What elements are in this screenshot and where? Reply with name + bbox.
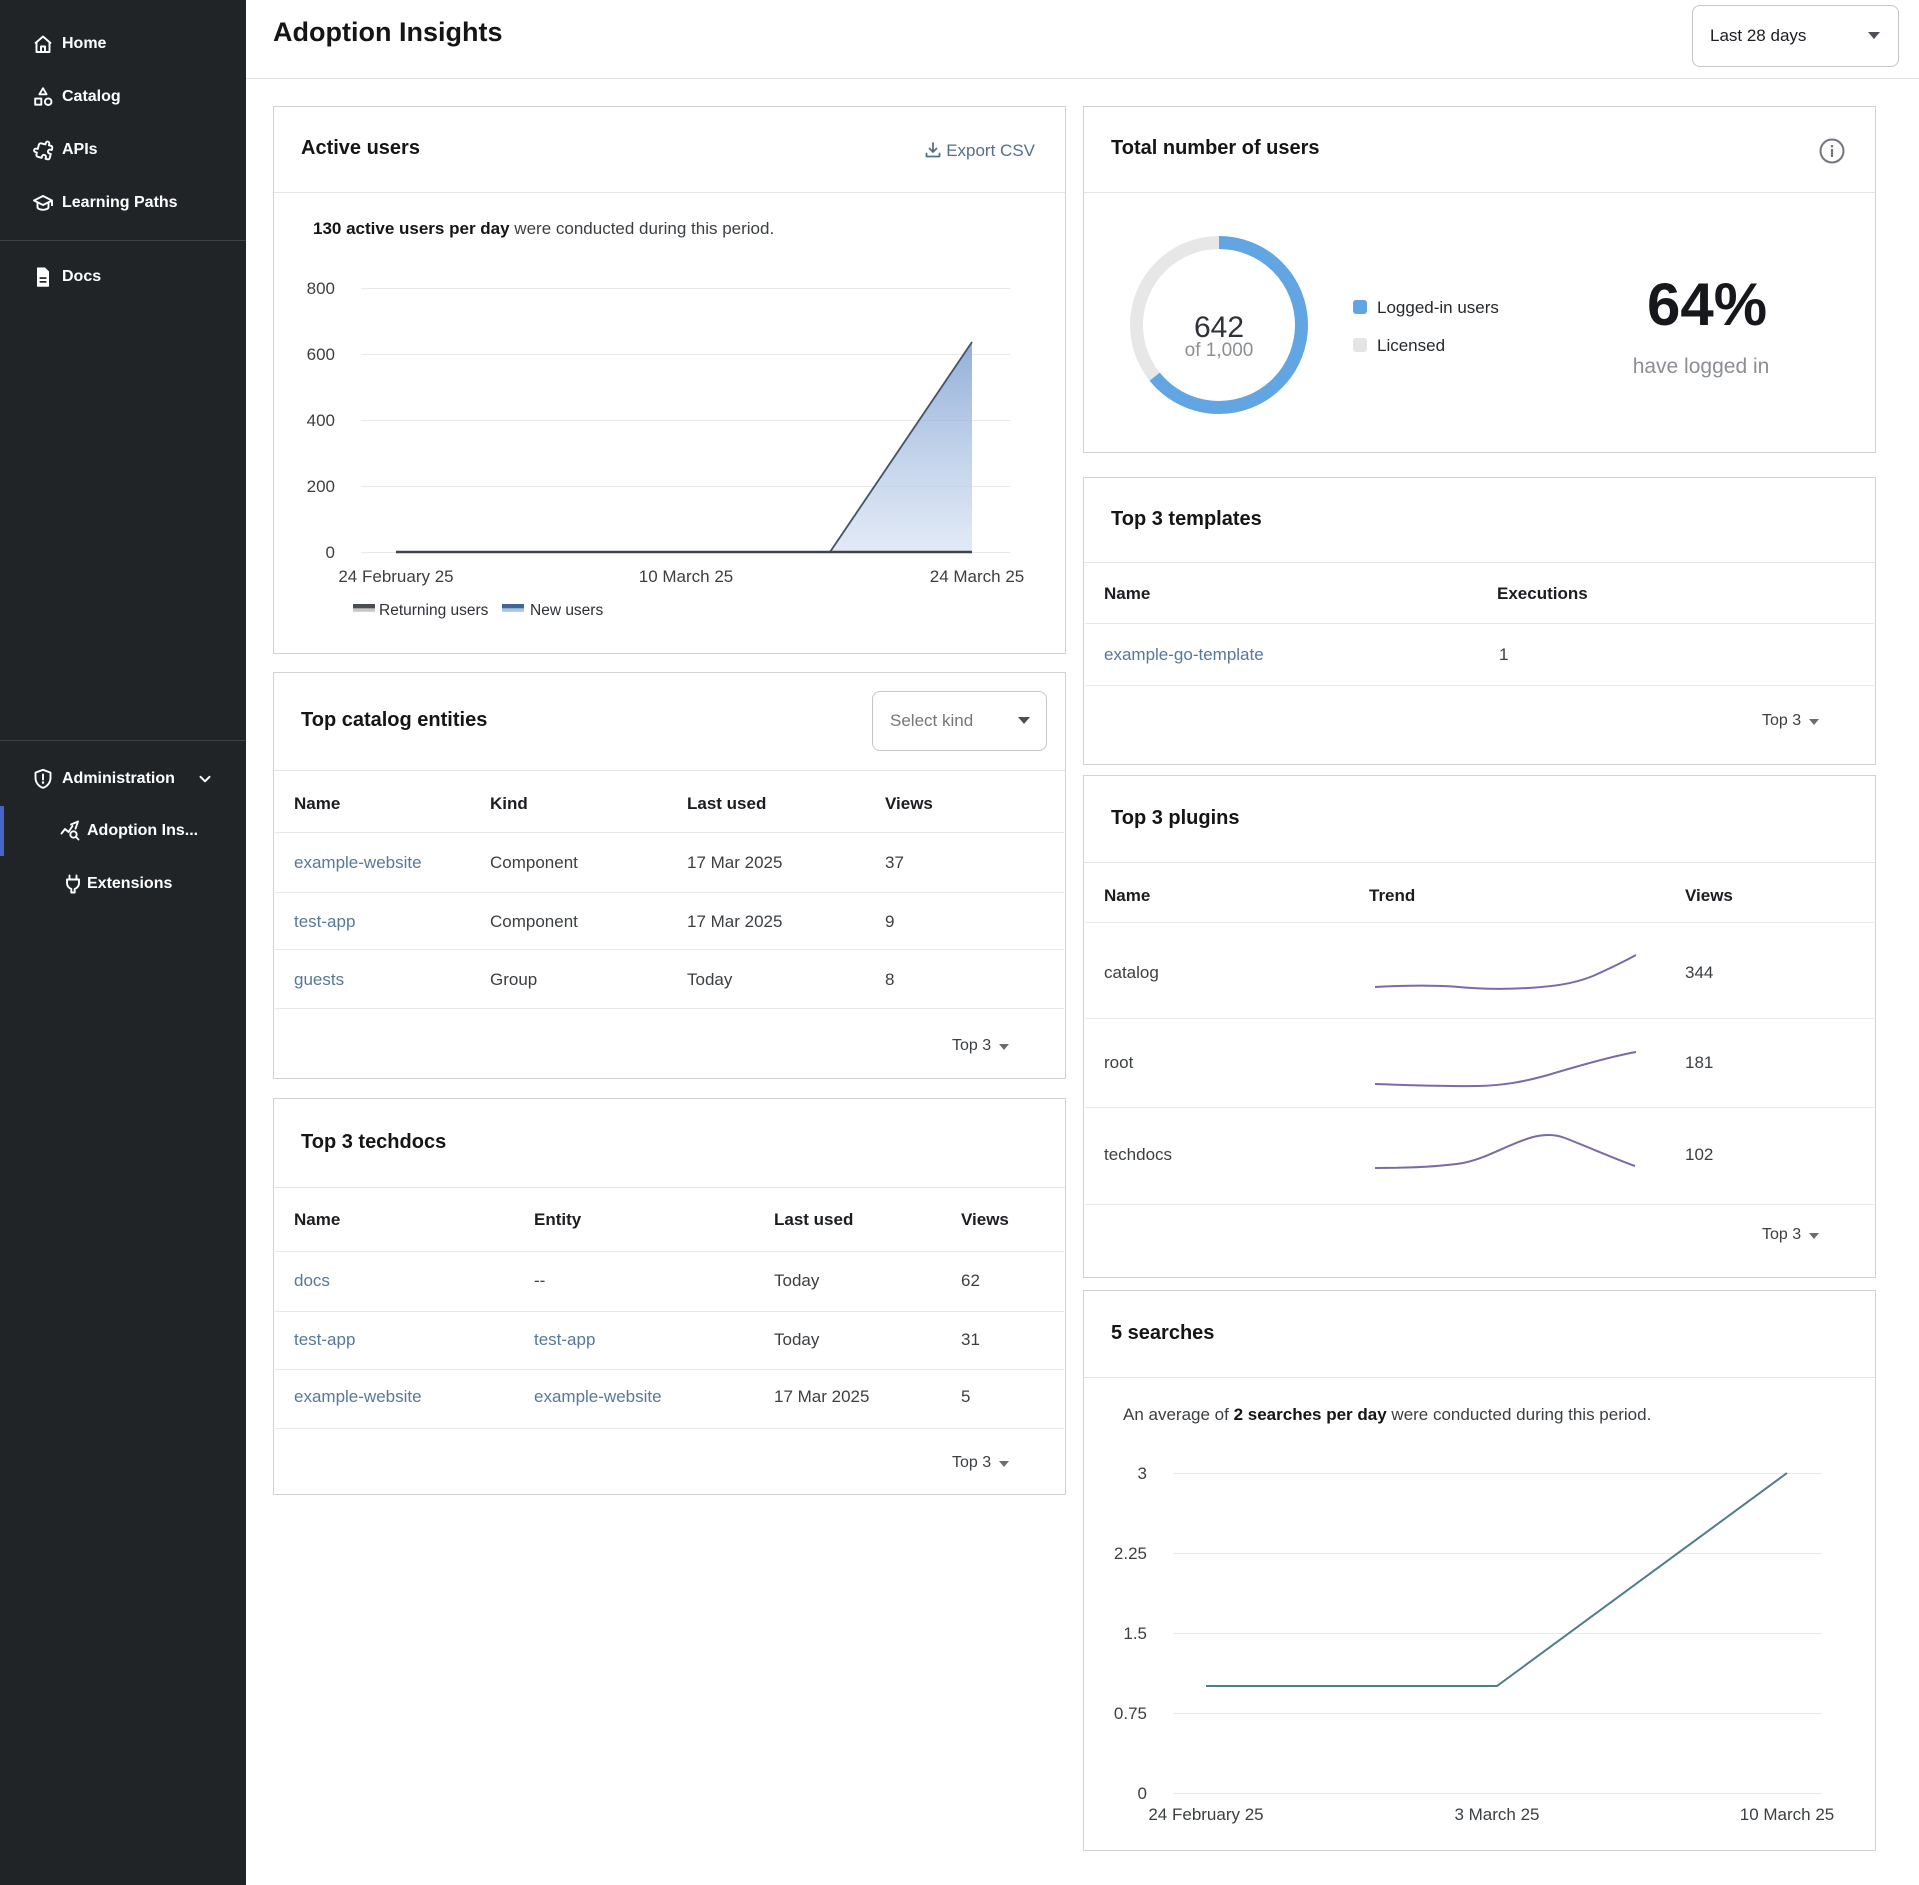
svg-text:0: 0	[1138, 1784, 1147, 1803]
svg-text:3: 3	[1138, 1464, 1147, 1483]
svg-text:0.75: 0.75	[1114, 1704, 1147, 1723]
svg-text:24 February 25: 24 February 25	[1148, 1805, 1263, 1824]
svg-text:Returning users: Returning users	[379, 602, 489, 619]
svg-text:10 March 25: 10 March 25	[639, 567, 734, 586]
svg-text:24 February 25: 24 February 25	[338, 567, 453, 586]
svg-text:24 March 25: 24 March 25	[930, 567, 1025, 586]
svg-text:of 1,000: of 1,000	[1185, 340, 1254, 361]
svg-text:New users: New users	[530, 602, 603, 619]
svg-text:1.5: 1.5	[1123, 1624, 1147, 1643]
svg-text:600: 600	[307, 345, 335, 364]
svg-text:0: 0	[326, 543, 335, 562]
svg-text:400: 400	[307, 411, 335, 430]
svg-text:3 March 25: 3 March 25	[1454, 1805, 1539, 1824]
svg-text:10 March 25: 10 March 25	[1740, 1805, 1835, 1824]
svg-text:2.25: 2.25	[1114, 1544, 1147, 1563]
svg-text:200: 200	[307, 477, 335, 496]
svg-text:800: 800	[307, 279, 335, 298]
